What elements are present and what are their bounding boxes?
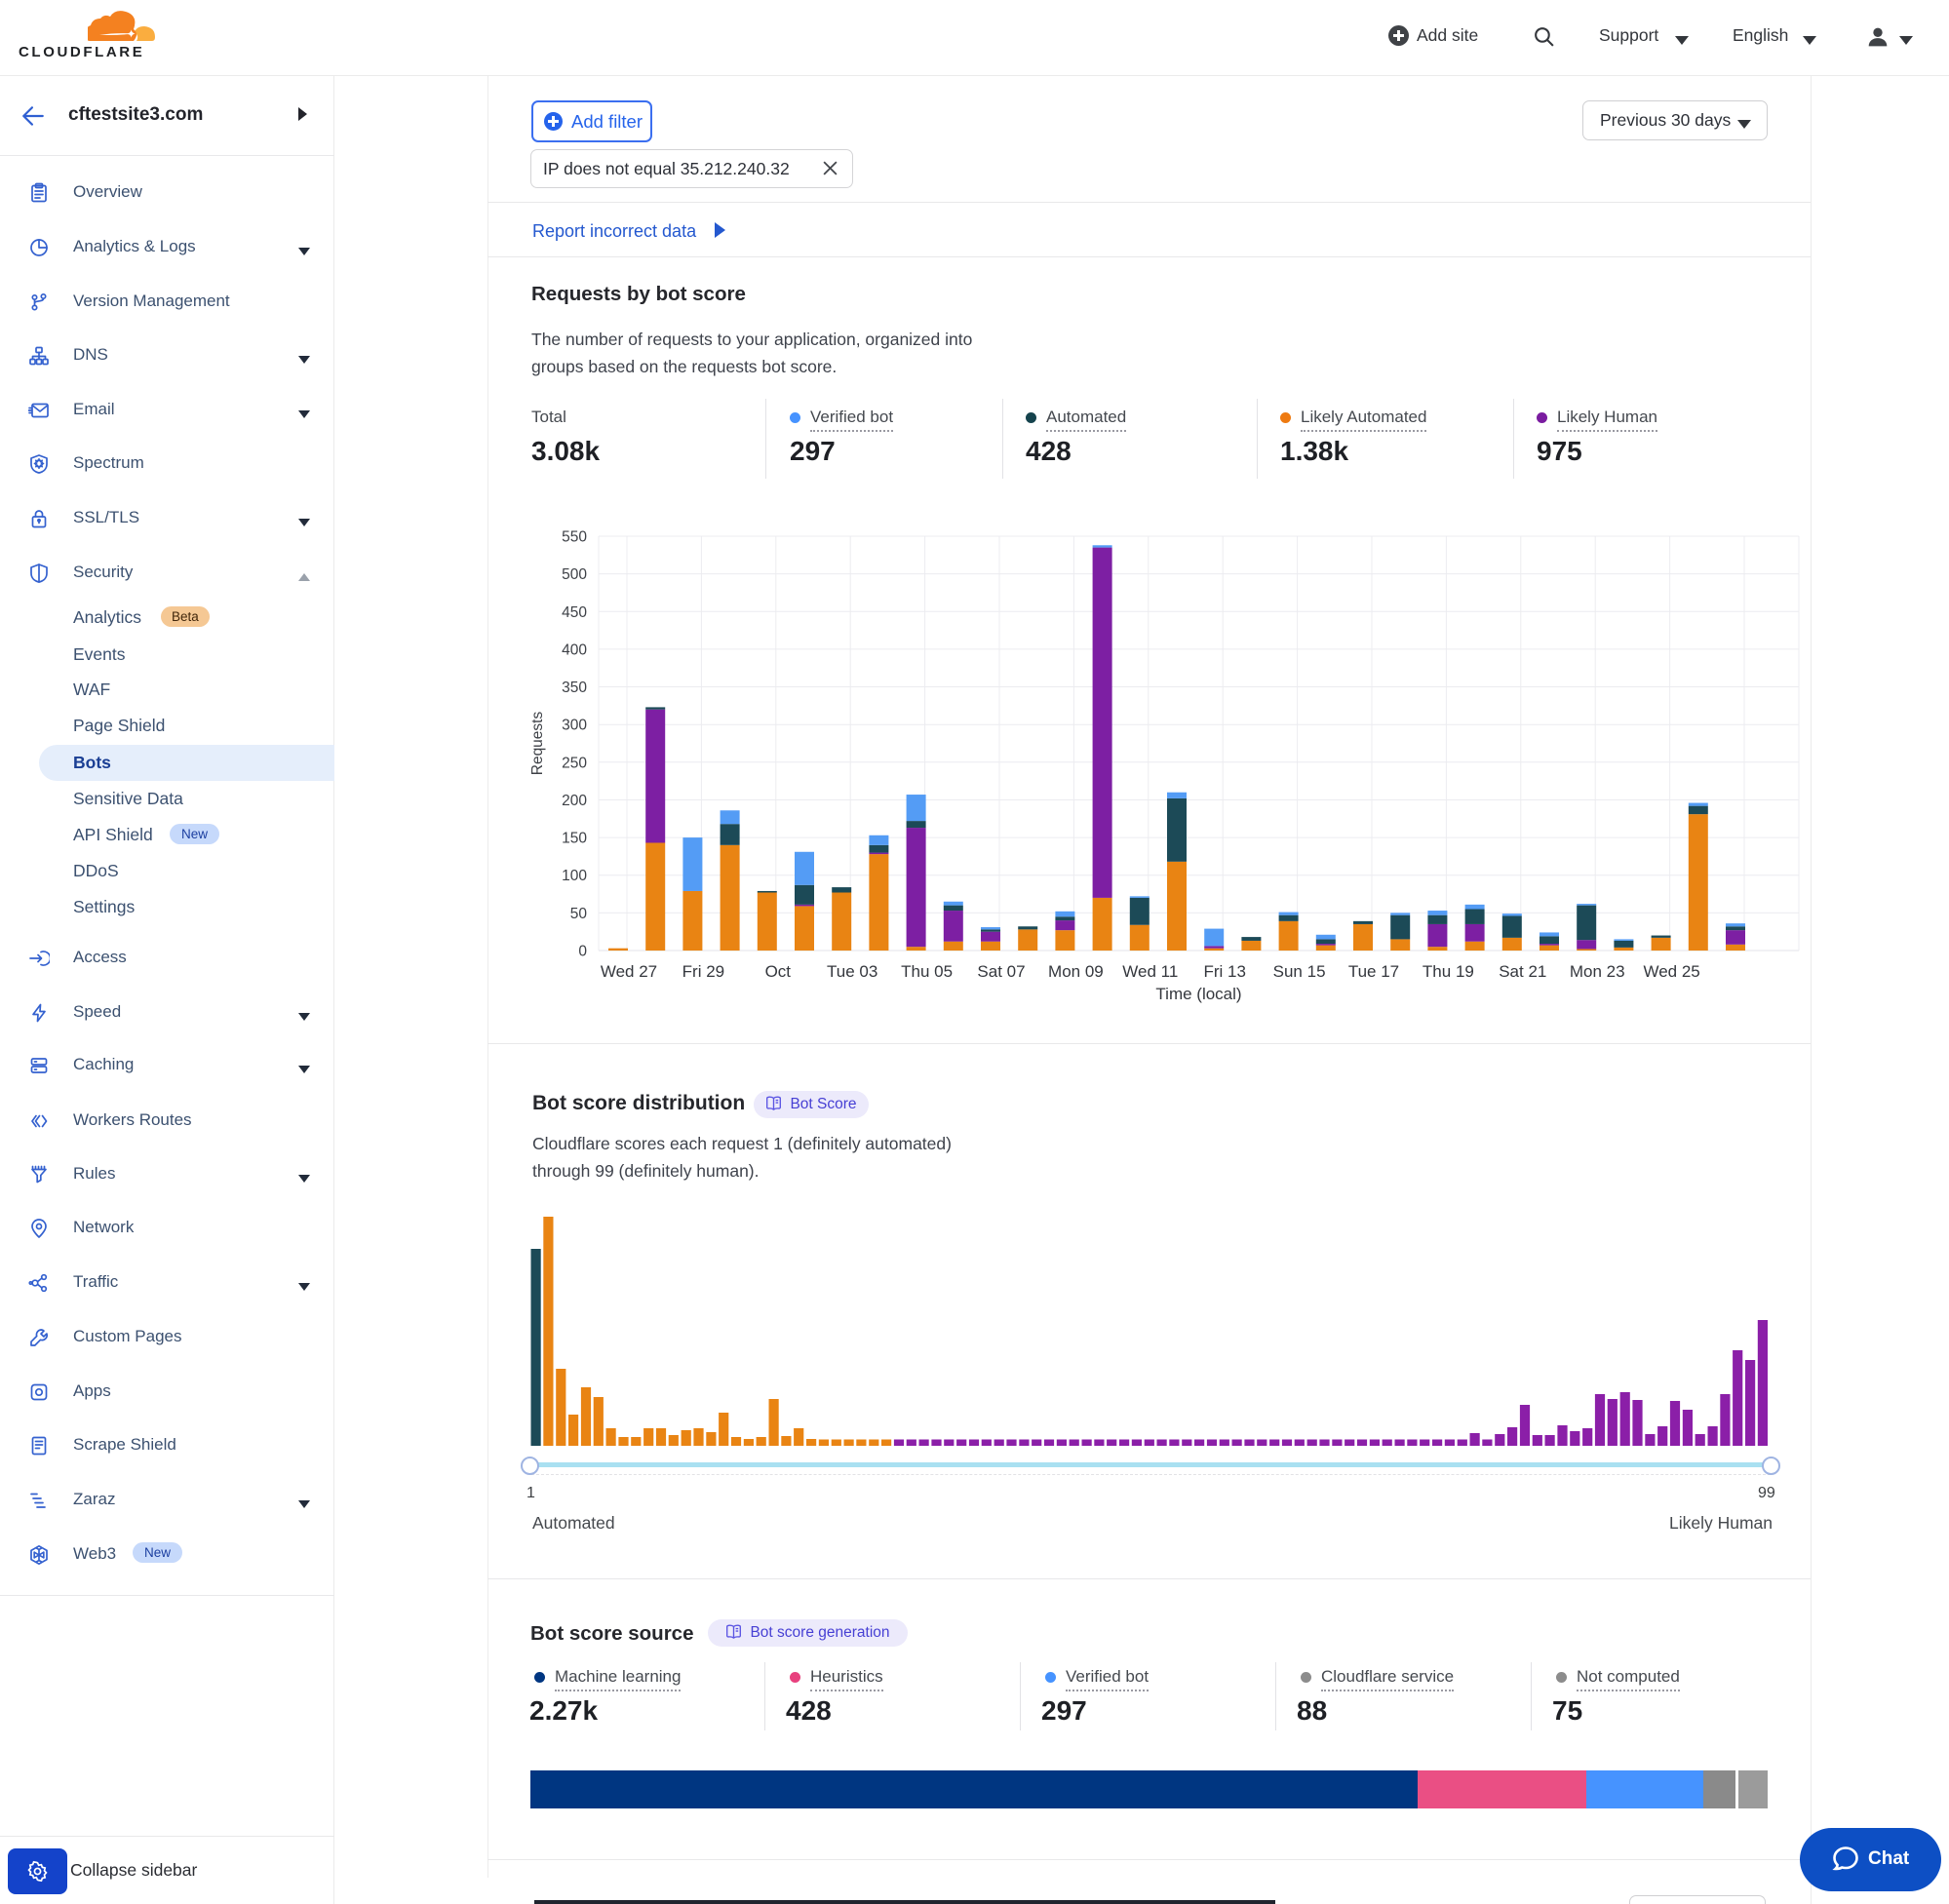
svg-text:400: 400 (562, 641, 587, 658)
svg-text:Wed 27: Wed 27 (601, 962, 657, 981)
svg-text:300: 300 (562, 718, 587, 734)
svg-text:Time (local): Time (local) (1155, 985, 1241, 1003)
svg-text:150: 150 (562, 831, 587, 847)
svg-text:450: 450 (562, 604, 587, 621)
svg-text:Sat 21: Sat 21 (1499, 962, 1546, 981)
svg-text:250: 250 (562, 755, 587, 771)
svg-text:Requests: Requests (529, 712, 546, 776)
svg-text:Mon 09: Mon 09 (1048, 962, 1104, 981)
svg-text:Thu 19: Thu 19 (1423, 962, 1474, 981)
svg-text:350: 350 (562, 680, 587, 696)
svg-text:500: 500 (562, 566, 587, 583)
svg-text:Thu 05: Thu 05 (901, 962, 953, 981)
svg-text:0: 0 (578, 944, 587, 960)
svg-text:100: 100 (562, 868, 587, 884)
svg-text:550: 550 (562, 529, 587, 546)
svg-text:Fri 13: Fri 13 (1203, 962, 1245, 981)
svg-text:50: 50 (570, 906, 588, 922)
svg-text:Wed 11: Wed 11 (1122, 962, 1178, 981)
svg-text:Mon 23: Mon 23 (1570, 962, 1625, 981)
svg-text:Sat 07: Sat 07 (977, 962, 1025, 981)
svg-text:Sun 15: Sun 15 (1273, 962, 1326, 981)
svg-text:200: 200 (562, 793, 587, 809)
svg-text:Oct: Oct (765, 962, 792, 981)
svg-text:Tue 03: Tue 03 (827, 962, 877, 981)
svg-text:Wed 25: Wed 25 (1643, 962, 1699, 981)
svg-text:Tue 17: Tue 17 (1348, 962, 1399, 981)
svg-text:Fri 29: Fri 29 (682, 962, 724, 981)
